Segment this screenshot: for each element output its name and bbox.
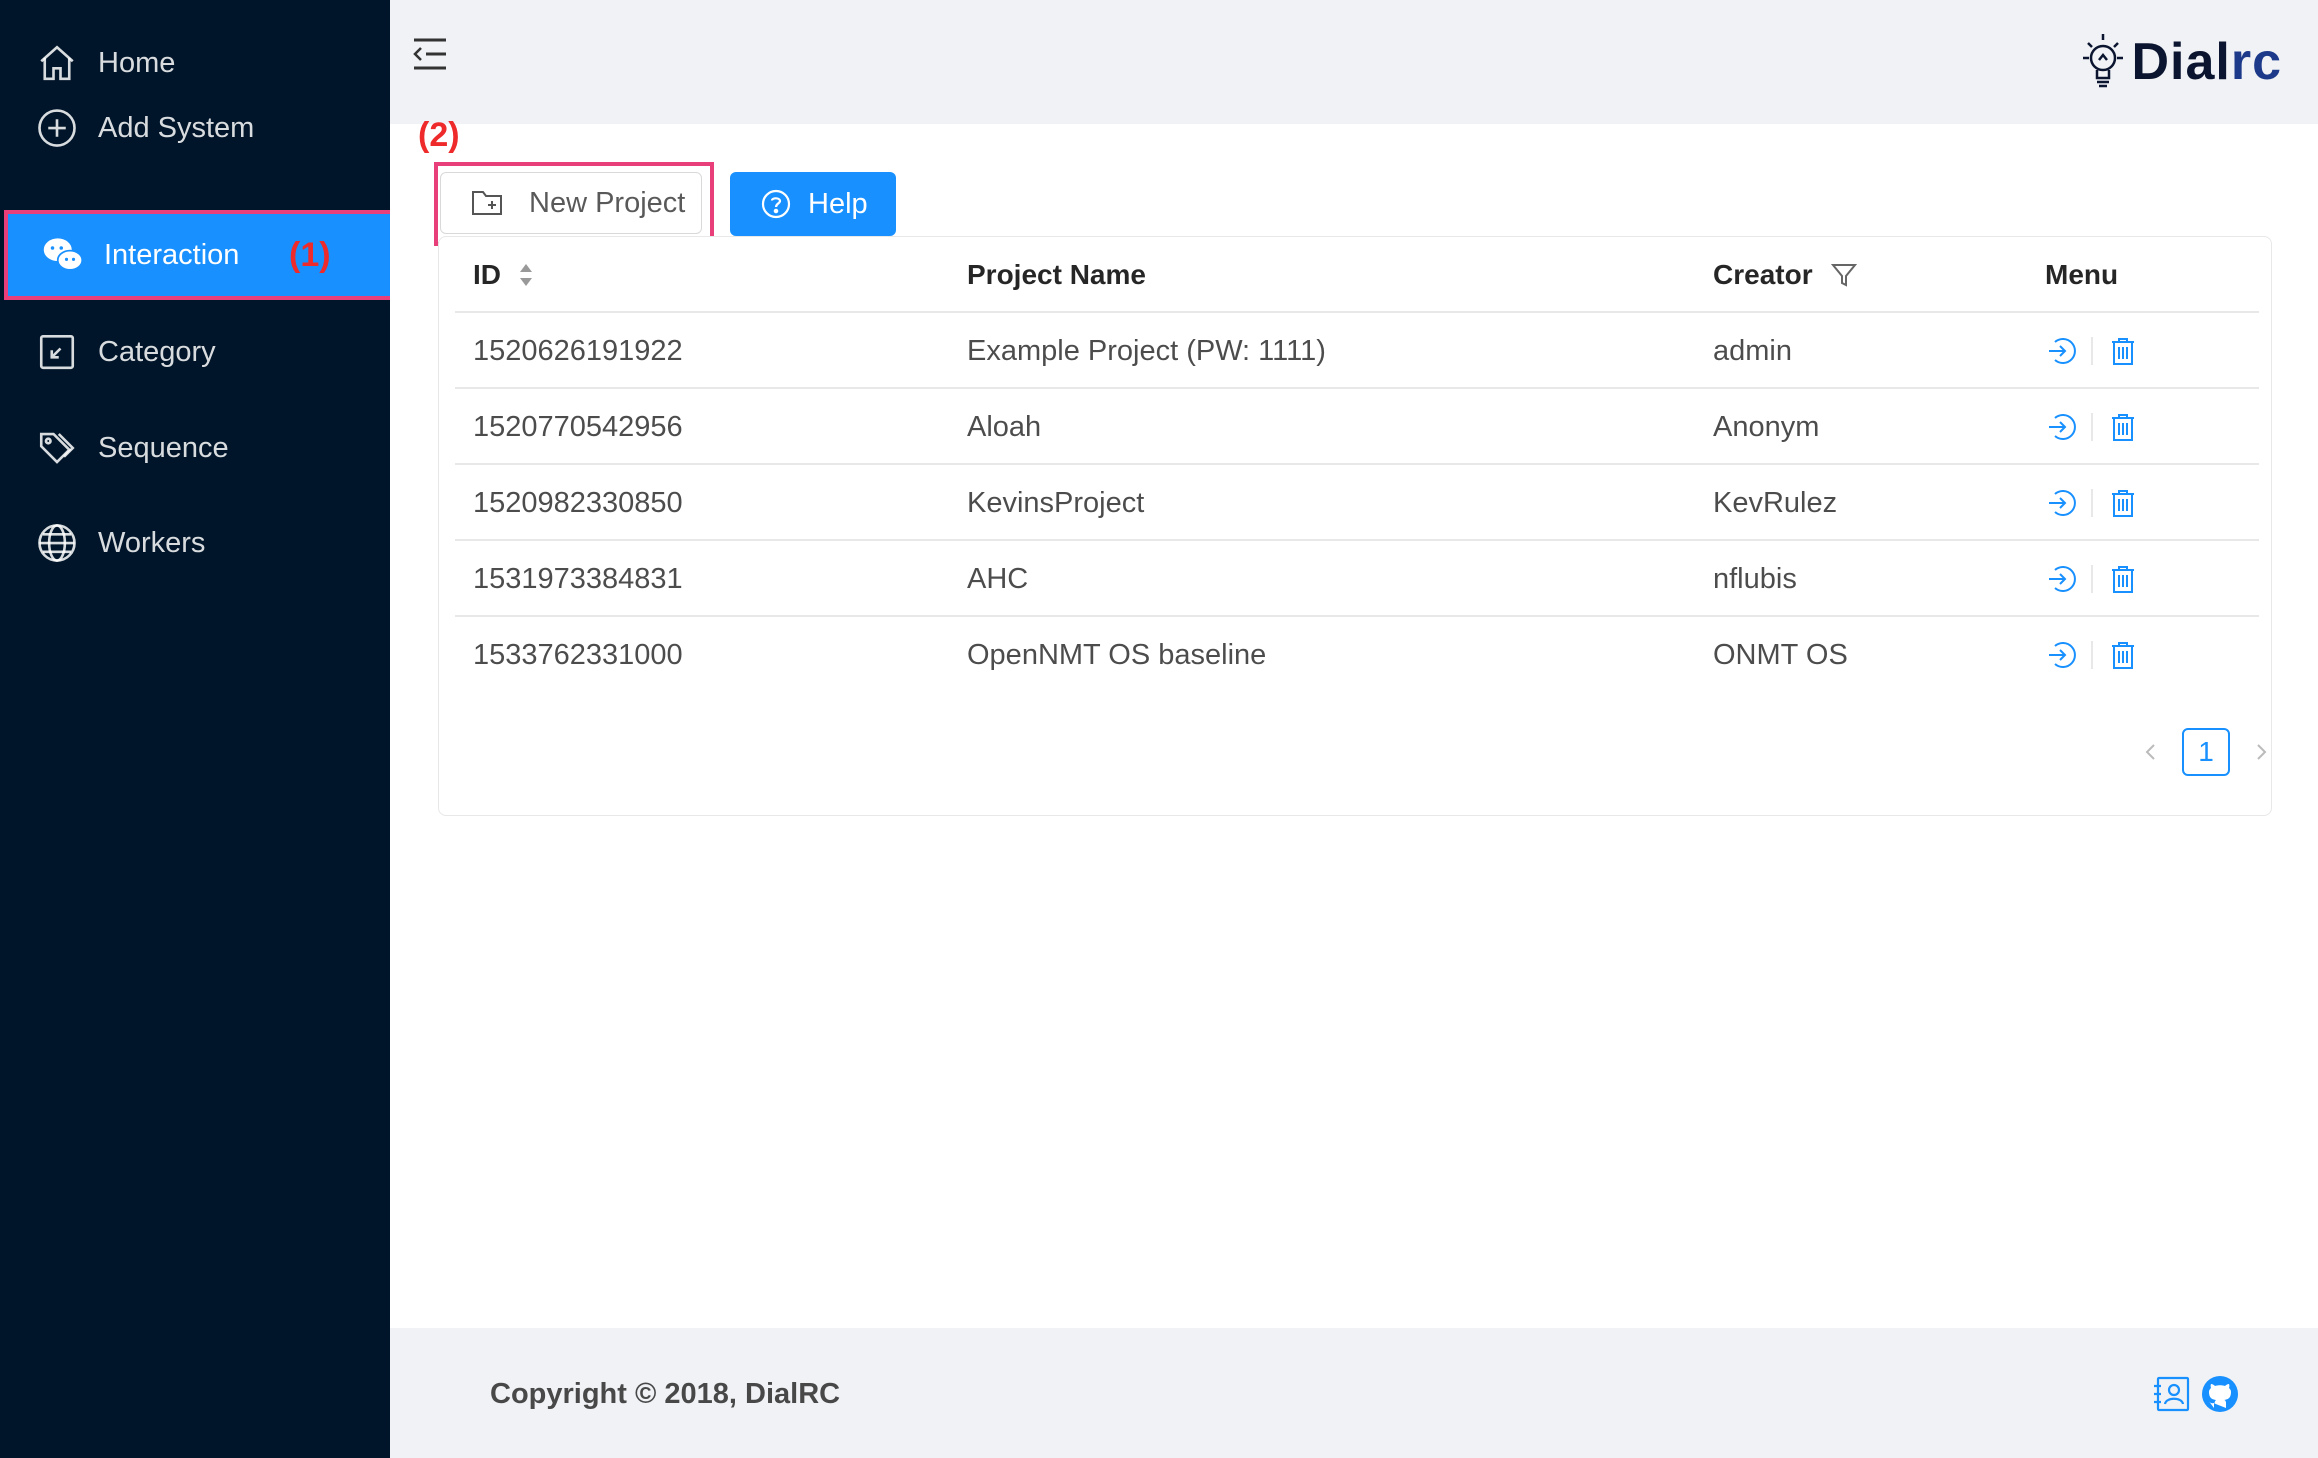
pagination: 1 — [2136, 728, 2276, 776]
login-icon[interactable] — [2045, 639, 2077, 671]
cell-project-name: AHC — [967, 562, 1029, 595]
column-header-creator: Creator — [1713, 237, 1857, 313]
new-project-button[interactable]: New Project — [440, 172, 702, 234]
column-header-project-name: Project Name — [967, 259, 1146, 290]
cell-id: 1520770542956 — [473, 410, 683, 443]
table-header: ID Project Name Creator Menu — [455, 237, 2259, 313]
cell-id: 1520982330850 — [473, 486, 683, 519]
cell-creator: ONMT OS — [1713, 638, 1848, 671]
copyright-text: Copyright © 2018, DialRC — [490, 1378, 841, 1410]
delete-icon[interactable] — [2107, 487, 2139, 519]
login-icon[interactable] — [2045, 487, 2077, 519]
sort-icon[interactable] — [517, 260, 535, 290]
annotation-marker: (2) — [418, 116, 460, 154]
home-icon — [36, 42, 78, 84]
sidebar-item-label: Interaction — [104, 238, 240, 271]
table-row: 1520982330850 KevinsProject KevRulez — [455, 465, 2259, 541]
page-number[interactable]: 1 — [2182, 728, 2230, 776]
sidebar-item-label: Workers — [98, 526, 206, 559]
plus-circle-icon — [36, 107, 78, 149]
table-row: 1520770542956 Aloah Anonym — [455, 389, 2259, 465]
help-label: Help — [808, 187, 868, 220]
logo-text-accent: rc — [2230, 33, 2282, 91]
folder-add-icon — [472, 191, 502, 215]
sidebar-item-category[interactable]: Category — [0, 307, 390, 397]
sidebar-item-add-system[interactable]: Add System — [0, 83, 390, 173]
delete-icon[interactable] — [2107, 639, 2139, 671]
cell-id: 1531973384831 — [473, 562, 683, 595]
login-icon[interactable] — [2045, 563, 2077, 595]
cell-project-name: KevinsProject — [967, 486, 1145, 519]
column-header-menu: Menu — [2045, 259, 2119, 290]
export-icon — [36, 331, 78, 373]
logo: Dialrc — [2075, 30, 2282, 94]
sidebar-item-label: Sequence — [98, 431, 229, 464]
cell-id: 1520626191922 — [473, 334, 683, 367]
cell-creator: admin — [1713, 334, 1792, 367]
contacts-icon[interactable] — [2152, 1374, 2192, 1414]
cell-project-name: Aloah — [967, 410, 1042, 443]
sidebar-item-label: Home — [98, 46, 176, 79]
cell-creator: KevRulez — [1713, 486, 1838, 519]
cell-project-name: OpenNMT OS baseline — [967, 638, 1267, 671]
annotation-marker: (1) — [289, 235, 331, 274]
sidebar-item-sequence[interactable]: Sequence — [0, 403, 390, 493]
delete-icon[interactable] — [2107, 335, 2139, 367]
sidebar-item-workers[interactable]: Workers — [0, 498, 390, 588]
table-row: 1531973384831 AHC nflubis — [455, 541, 2259, 617]
lightbulb-icon — [2083, 34, 2124, 88]
tags-icon — [36, 427, 78, 469]
header: Dialrc — [390, 0, 2318, 124]
filter-icon[interactable] — [1830, 262, 1857, 288]
sidebar-item-label: Add System — [98, 111, 255, 144]
delete-icon[interactable] — [2107, 563, 2139, 595]
divider — [2091, 413, 2093, 441]
login-icon[interactable] — [2045, 411, 2077, 443]
table-row: 1520626191922 Example Project (PW: 1111)… — [455, 313, 2259, 389]
wechat-icon — [42, 234, 84, 276]
projects-table: ID Project Name Creator Menu 15206261919… — [438, 236, 2272, 816]
cell-creator: Anonym — [1713, 410, 1820, 443]
cell-project-name: Example Project (PW: 1111) — [967, 334, 1326, 367]
divider — [2091, 489, 2093, 517]
main-content: (2) New Project Help ID Project Name Cre… — [390, 116, 2318, 1328]
next-page-icon[interactable] — [2246, 737, 2276, 767]
logo-text: Dial — [2131, 33, 2231, 91]
login-icon[interactable] — [2045, 335, 2077, 367]
divider — [2091, 337, 2093, 365]
menu-fold-icon[interactable] — [410, 36, 450, 72]
question-circle-icon — [761, 189, 791, 219]
divider — [2091, 565, 2093, 593]
sidebar-item-interaction[interactable]: Interaction (1) — [4, 210, 396, 300]
prev-page-icon[interactable] — [2136, 737, 2166, 767]
footer: Copyright © 2018, DialRC — [390, 1328, 2318, 1458]
sidebar: Home Add System Interaction (1) Category… — [0, 0, 396, 1458]
column-header-id[interactable]: ID — [473, 237, 535, 313]
global-icon — [36, 522, 78, 564]
new-project-label: New Project — [529, 186, 686, 219]
divider — [2091, 641, 2093, 669]
delete-icon[interactable] — [2107, 411, 2139, 443]
table-row: 1533762331000 OpenNMT OS baseline ONMT O… — [455, 617, 2259, 693]
help-button[interactable]: Help — [730, 172, 896, 236]
cell-creator: nflubis — [1713, 562, 1797, 595]
sidebar-item-label: Category — [98, 335, 216, 368]
github-icon[interactable] — [2200, 1374, 2240, 1414]
cell-id: 1533762331000 — [473, 638, 683, 671]
